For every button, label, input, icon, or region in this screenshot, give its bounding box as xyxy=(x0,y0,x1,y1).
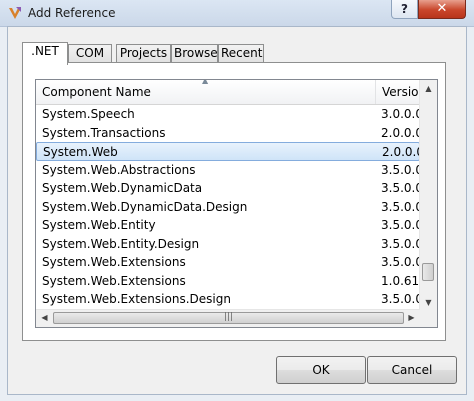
list-row[interactable]: System.Web.DynamicData 3.5.0.0 xyxy=(36,179,420,198)
horizontal-scrollbar[interactable]: ◀ ||| ▶ xyxy=(36,309,420,327)
visual-studio-app-icon xyxy=(9,7,21,19)
list-row[interactable]: System.Speech 3.0.0.0 xyxy=(36,105,420,124)
scroll-left-icon[interactable]: ◀ xyxy=(36,310,53,326)
component-version: 3.5.0.0 xyxy=(381,181,419,195)
tab-browse[interactable]: Browse xyxy=(171,44,218,63)
window-title: Add Reference xyxy=(28,6,116,20)
component-version: 3.5.0.0 xyxy=(381,199,419,214)
component-name: System.Web.Extensions xyxy=(42,273,186,288)
component-name: System.Web.DynamicData xyxy=(42,181,203,195)
column-header-version[interactable]: Version xyxy=(376,80,426,104)
component-name: System.Web.Extensions.Design xyxy=(42,292,231,306)
component-version: 3.5.0.0 xyxy=(381,255,419,269)
list-row-selected[interactable]: System.Web 2.0.0.0 xyxy=(36,142,420,161)
list-row[interactable]: System.Web.Extensions 3.5.0.0 xyxy=(36,253,420,272)
list-row[interactable]: System.Web.DynamicData.Design 3.5.0.0 xyxy=(36,198,420,217)
tab-com[interactable]: COM xyxy=(68,44,112,63)
component-version: 3.5.0.0 xyxy=(381,292,419,306)
component-name: System.Web.Entity.Design xyxy=(42,236,200,251)
tab-recent[interactable]: Recent xyxy=(218,44,264,63)
component-version: 1.0.6102 xyxy=(381,273,419,288)
component-name: System.Web.Abstractions xyxy=(42,162,196,177)
vertical-scrollbar[interactable]: ▲ ▼ xyxy=(419,80,437,311)
component-name: System.Web.Extensions xyxy=(42,255,186,269)
sort-ascending-icon: ▲ xyxy=(202,79,209,85)
list-rows: System.Speech 3.0.0.0 System.Transactions… xyxy=(36,105,420,309)
scroll-up-icon[interactable]: ▲ xyxy=(420,81,437,97)
component-version: 3.0.0.0 xyxy=(381,107,419,121)
component-version: 2.0.0.0 xyxy=(381,125,419,140)
scroll-down-icon[interactable]: ▼ xyxy=(420,295,437,311)
title-bar: Add Reference ? ✕ xyxy=(0,0,474,27)
component-name: System.Web.Entity xyxy=(42,218,156,232)
component-name: System.Transactions xyxy=(42,125,166,140)
column-header-label: Component Name xyxy=(42,85,151,99)
component-name: System.Web xyxy=(43,145,118,159)
scrollbar-corner xyxy=(420,310,437,327)
tab-dotnet[interactable]: .NET xyxy=(22,42,68,65)
component-list[interactable]: Component Name ▲ Version System.Speech 3.… xyxy=(35,79,438,328)
component-name: System.Speech xyxy=(42,107,135,121)
cancel-button[interactable]: Cancel xyxy=(367,356,457,384)
component-version: 3.5.0.0 xyxy=(381,162,419,177)
list-row[interactable]: System.Web.Extensions 1.0.6102 xyxy=(36,272,420,291)
horizontal-scroll-thumb[interactable]: ||| xyxy=(53,312,404,324)
vertical-scroll-thumb[interactable] xyxy=(422,263,434,281)
component-version: 3.5.0.0 xyxy=(381,236,419,251)
help-button[interactable]: ? xyxy=(391,0,418,19)
column-header-component-name[interactable]: Component Name ▲ xyxy=(36,80,376,104)
ok-button[interactable]: OK xyxy=(276,356,366,384)
component-name: System.Web.DynamicData.Design xyxy=(42,199,248,214)
list-row[interactable]: System.Web.Abstractions 3.5.0.0 xyxy=(36,161,420,180)
list-row[interactable]: System.Web.Extensions.Design 3.5.0.0 xyxy=(36,290,420,309)
scroll-right-icon[interactable]: ▶ xyxy=(403,310,420,326)
list-row[interactable]: System.Transactions 2.0.0.0 xyxy=(36,124,420,143)
close-button[interactable]: ✕ xyxy=(418,0,466,19)
component-version: 2.0.0.0 xyxy=(382,145,420,159)
tab-projects[interactable]: Projects xyxy=(116,44,171,63)
list-header: Component Name ▲ Version xyxy=(36,80,426,105)
component-version: 3.5.0.0 xyxy=(381,218,419,232)
list-row[interactable]: System.Web.Entity 3.5.0.0 xyxy=(36,216,420,235)
list-row[interactable]: System.Web.Entity.Design 3.5.0.0 xyxy=(36,235,420,254)
